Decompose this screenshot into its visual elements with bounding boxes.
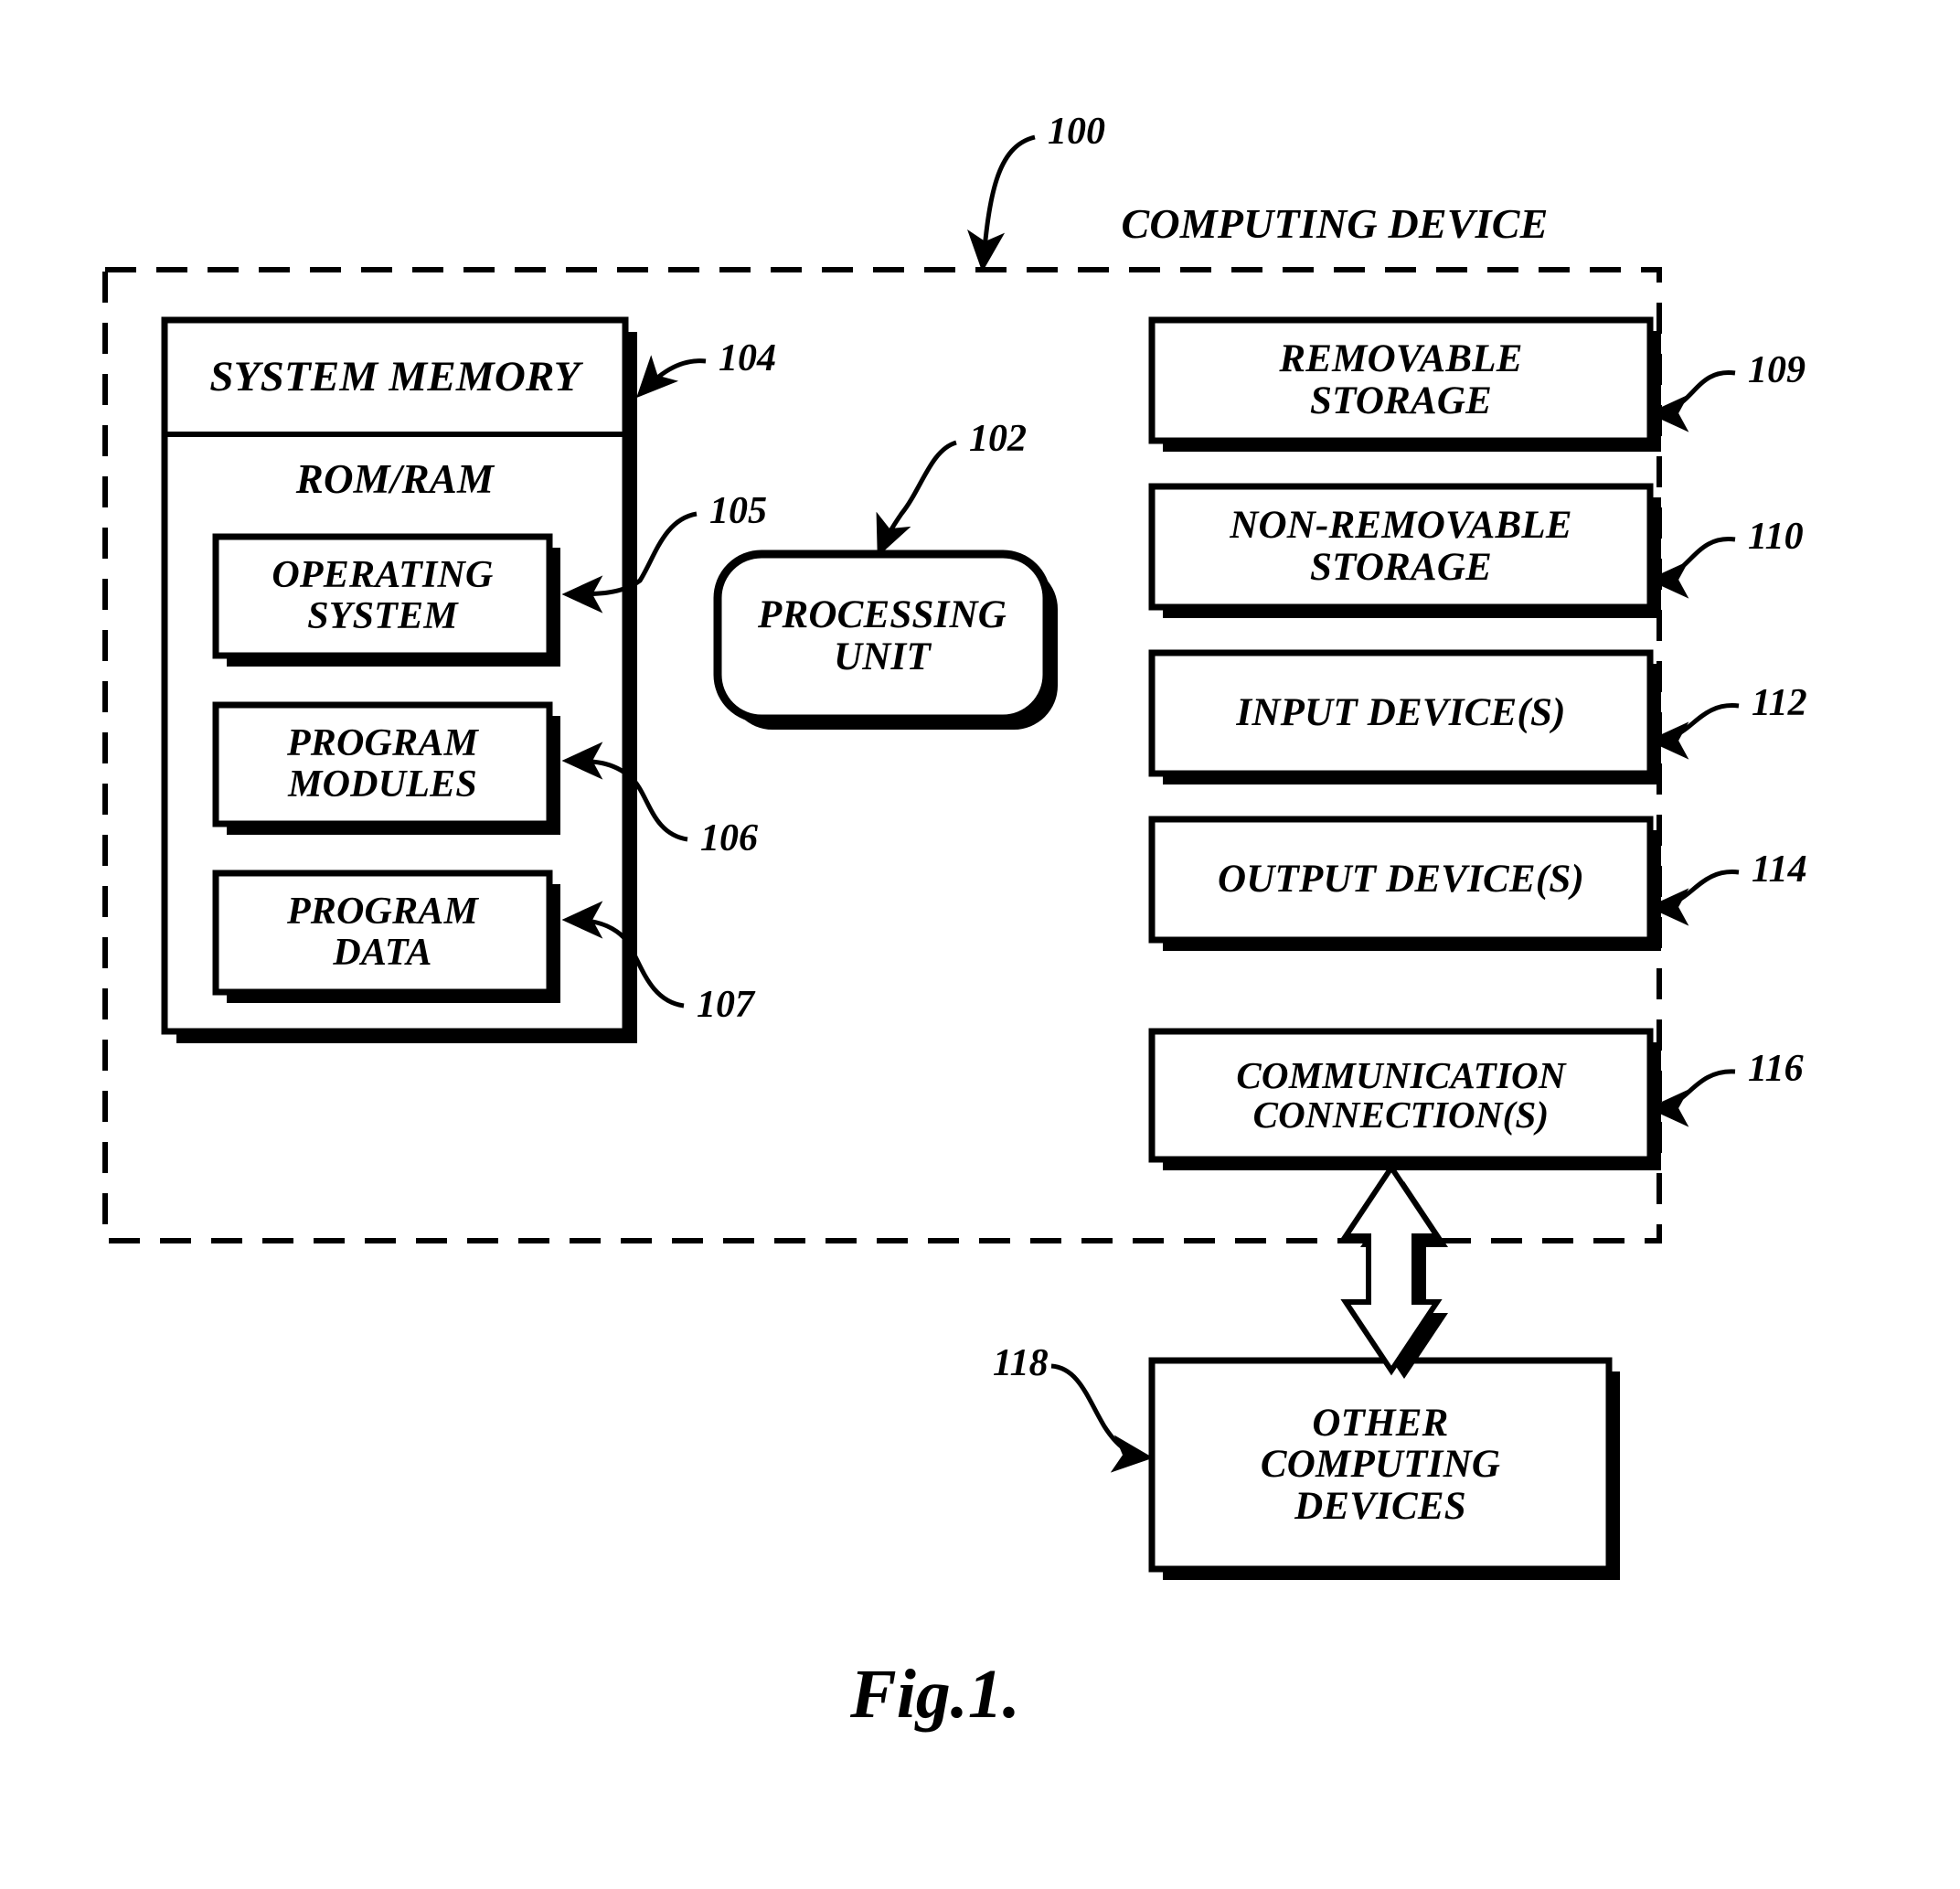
- input-devices-label: INPUT DEVICE(S): [1236, 691, 1566, 735]
- communication-connections-label: COMMUNICATION CONNECTION(S): [1236, 1053, 1566, 1136]
- non-removable-storage-label: NON-REMOVABLE STORAGE: [1230, 504, 1572, 589]
- ref-114: 114: [1752, 848, 1807, 891]
- leader-102: [876, 440, 957, 558]
- leader-104: [636, 355, 707, 399]
- ref-118: 118: [993, 1342, 1049, 1384]
- ref-110: 110: [1748, 516, 1804, 558]
- ref-100: 100: [1048, 111, 1105, 153]
- other-computing-devices-label: OTHER COMPUTING DEVICES: [1260, 1401, 1501, 1528]
- processing-unit-label: PROCESSING UNIT: [757, 593, 1007, 678]
- leader-100: [967, 134, 1036, 272]
- leader-116: [1647, 1069, 1736, 1127]
- ref-116: 116: [1748, 1048, 1804, 1090]
- ref-106: 106: [700, 817, 758, 859]
- leader-114: [1647, 870, 1740, 926]
- leader-109: [1647, 370, 1736, 432]
- removable-storage-label: REMOVABLE STORAGE: [1279, 337, 1523, 422]
- ref-112: 112: [1752, 682, 1807, 724]
- ref-109: 109: [1748, 349, 1806, 391]
- operating-system-label: OPERATING SYSTEM: [272, 554, 494, 637]
- computing-device-title: COMPUTING DEVICE: [1121, 199, 1549, 247]
- figure-caption: Fig.1.: [850, 1656, 1020, 1733]
- program-modules-label: PROGRAM MODULES: [286, 722, 479, 806]
- rom-ram-label: ROM/RAM: [295, 456, 495, 503]
- ref-107: 107: [697, 984, 754, 1026]
- ref-104: 104: [719, 337, 776, 379]
- program-data-label: PROGRAM DATA: [286, 891, 479, 974]
- leader-110: [1647, 537, 1736, 599]
- output-devices-label: OUTPUT DEVICE(S): [1218, 858, 1584, 902]
- leader-112: [1647, 703, 1740, 760]
- system-memory-title: SYSTEM MEMORY: [209, 353, 581, 401]
- ref-102: 102: [969, 418, 1027, 460]
- leader-118: [1050, 1363, 1154, 1473]
- ref-105: 105: [709, 490, 767, 532]
- patent-figure-page: COMPUTING DEVICE SYSTEM MEMORY ROM/RAM O…: [0, 0, 1960, 1889]
